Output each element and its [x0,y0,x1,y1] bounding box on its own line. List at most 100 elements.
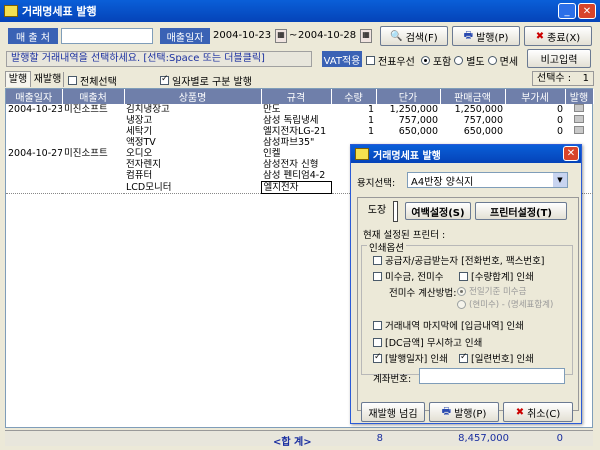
table-cell [62,159,124,170]
unpaid-option-label: 미수금, 전미수 [385,272,444,283]
selected-count-box: 선택수 : 1 [532,71,594,86]
voucher-priority-checkbox[interactable] [366,56,375,65]
split-by-date-checkbox[interactable] [160,74,169,85]
dc-option-label: [DC금액] 무시하고 인쇄 [385,338,483,349]
issue-flag-cell[interactable] [565,104,593,115]
minimize-button[interactable]: _ [558,3,576,19]
select-all-option: 전체선택 [68,73,117,88]
serial-checkbox[interactable] [459,352,468,363]
sales-date-label: 매출일자 [160,28,210,44]
column-header[interactable]: 부가세 [505,89,566,104]
paper-select[interactable]: A4반장 양식지 ▼ [407,172,568,188]
method2-radio[interactable] [457,299,466,309]
vat-exempt-radio[interactable] [487,56,497,65]
table-row[interactable]: 2004-10-23 미진소프트 김치냉장고 만도 1 1,250,000 1,250,00… [6,104,593,115]
margin-settings-button[interactable]: 여백설정(S) [405,202,471,220]
issue-date-checkbox[interactable] [373,352,382,363]
table-cell [6,126,62,137]
table-cell: 2004-10-27 [8,148,62,159]
table-cell: 삼성파브35" [263,137,315,148]
issue-flag-cell[interactable] [565,115,593,126]
date-separator: ~ [289,30,298,41]
method2-option: (현미수) - (명세표합계) [457,298,553,310]
customer-label: 매 출 처 [8,28,58,44]
column-header[interactable]: 수량 [331,89,377,104]
method2-label: (현미수) - (명세표합계) [469,300,554,310]
table-row[interactable]: 냉장고 삼성 독립냉세 1 757,000 757,000 0 [6,115,593,126]
date-to-field[interactable]: 2004-10-28 [298,28,356,44]
table-cell: 650,000 [463,126,503,137]
qty-total-checkbox[interactable] [459,271,468,281]
tab-divider [393,201,398,222]
column-header[interactable]: 발행 [565,89,594,104]
account-input[interactable] [419,368,565,384]
tab-issued[interactable]: 발행 [5,71,31,87]
method1-radio[interactable] [457,286,466,296]
unpaid-checkbox[interactable] [373,271,382,281]
chevron-down-icon[interactable]: ▼ [553,173,567,187]
last-entry-checkbox[interactable] [373,320,382,330]
table-cell: 0 [556,115,563,126]
date-from-field[interactable]: 2004-10-23 [213,28,271,44]
exit-button[interactable]: ✖ 종료(X) [524,26,592,46]
search-icon: 🔍 [390,30,403,42]
table-cell [62,126,124,137]
dialog-issue-label: 발행(P) [454,408,487,420]
issue-flag-icon [574,115,584,123]
customer-input[interactable] [61,28,153,44]
vat-include-radio[interactable] [420,56,430,65]
table-cell [6,115,62,126]
column-header[interactable]: 판매금액 [440,89,506,104]
table-cell [62,182,124,194]
tab-reissue[interactable]: 재발행 [32,72,64,87]
search-button[interactable]: 🔍 검색(F) [380,26,448,46]
title-bar: 거래명세표 발행 [0,0,600,22]
calendar-icon[interactable]: ▦ [275,29,287,43]
dialog-close-button[interactable]: ✕ [563,146,579,161]
table-cell: 미진소프트 [64,104,108,115]
table-cell: 2004-10-23 [8,104,62,115]
dialog-cancel-button[interactable]: ✖ 취소(C) [503,402,573,422]
unpaid-method-label: 전미수 계산방법: [389,288,457,299]
opt-serial: [일련번호] 인쇄 [459,351,534,365]
column-header[interactable]: 규격 [261,89,332,104]
tab-stamp[interactable]: 도장 [363,202,391,220]
instruction-text: 발행할 거래내역을 선택하세요. [선택:Space 또는 더블클릭] [6,51,312,67]
column-header[interactable]: 매출일자 [6,89,63,104]
column-header[interactable]: 매출처 [62,89,125,104]
column-header[interactable]: 단가 [376,89,441,104]
reissue-button[interactable]: 재발행 넘김 [361,402,425,422]
select-all-checkbox[interactable] [68,76,77,85]
issue-dialog: 거래명세표 발행 ✕ 용지선택: A4반장 양식지 ▼ 도장 여백설정(S) 프… [350,144,582,424]
issue-flag-cell[interactable] [565,126,593,137]
memo-button[interactable]: 비고입력 [527,49,591,68]
dialog-icon [355,148,369,160]
table-cell: 삼성 독립냉세 [263,115,319,126]
table-row[interactable]: 세탁기 엘지전자LG-21 1 650,000 650,000 0 [6,126,593,137]
vat-options: 전표우선 포함 별도 면세 [366,53,518,68]
vat-label: VAT적용 [322,51,362,67]
table-cell: 1,250,000 [389,104,438,115]
column-header[interactable]: 상품명 [124,89,262,104]
supplier-option-label: 공급자/공급받는자 [전화번호, 팩스번호] [385,256,545,267]
dialog-issue-button[interactable]: 🖶 발행(P) [429,402,499,422]
table-cell: 엘지전자 [260,181,332,194]
issue-button[interactable]: 🖶 발행(P) [452,26,520,46]
supplier-checkbox[interactable] [373,255,382,265]
table-cell [6,182,62,194]
table-cell: 0 [556,126,563,137]
vat-exempt-label: 면세 [499,57,519,68]
voucher-priority-label: 전표우선 [378,57,415,68]
printer-settings-button[interactable]: 프린터설정(T) [475,202,567,220]
calendar-icon[interactable]: ▦ [360,29,372,43]
issue-flag-icon [574,104,584,112]
dc-checkbox[interactable] [373,337,382,347]
table-cell: 757,000 [463,115,503,126]
total-label: <합 계> [273,437,312,448]
table-cell: 0 [556,104,563,115]
method1-option: 전일기준 미수금 [457,285,526,297]
total-row: <합 계> 8 8,457,000 0 [5,430,593,448]
close-window-button[interactable]: ✕ [578,3,596,19]
dialog-title: 거래명세표 발행 [373,150,441,162]
vat-separate-radio[interactable] [454,56,464,65]
